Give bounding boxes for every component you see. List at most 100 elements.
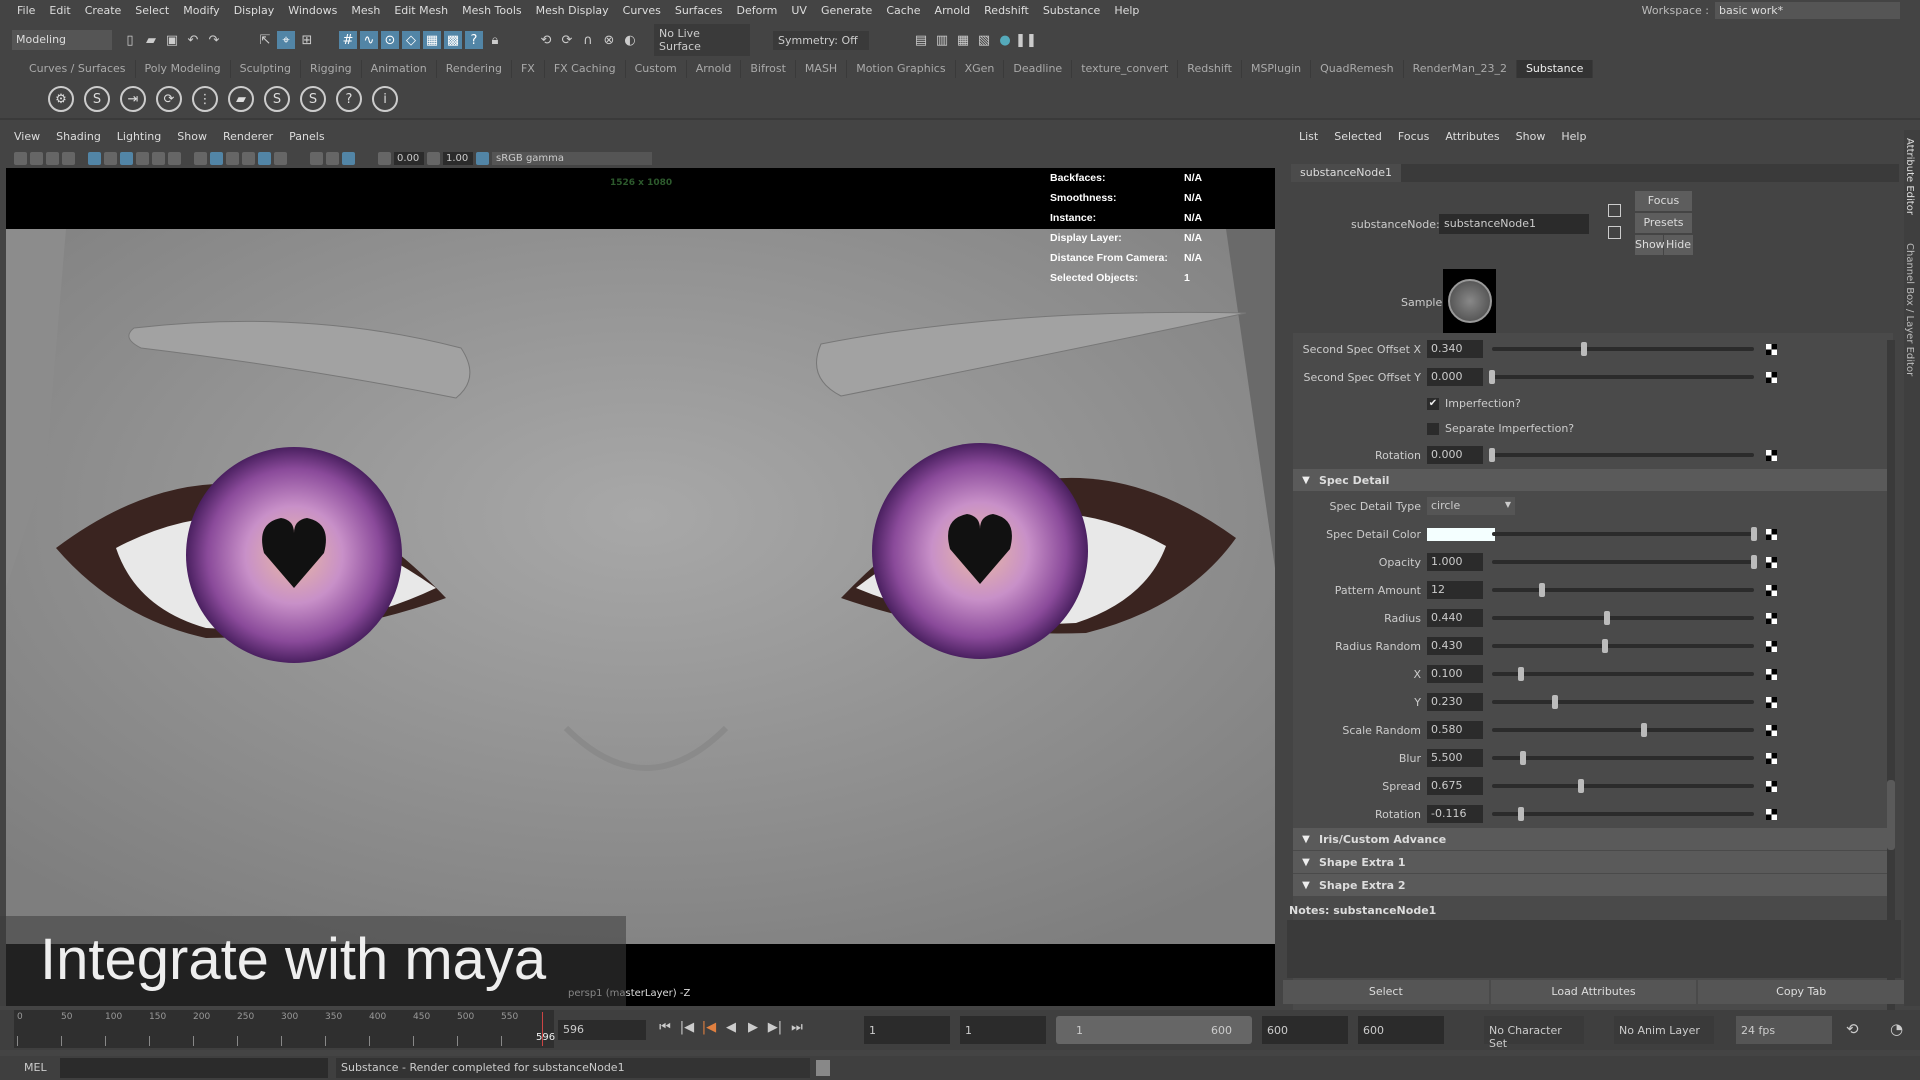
step-forward-frame-icon[interactable]: ▶| [764, 1020, 786, 1035]
ae-menu-focus[interactable]: Focus [1390, 130, 1437, 143]
snap-grid-icon[interactable]: # [339, 31, 357, 49]
slider-track[interactable] [1492, 527, 1757, 541]
pivot-icon[interactable]: ⊗ [600, 31, 618, 49]
section-shape-extra-2[interactable]: ▼ Shape Extra 2 [1293, 874, 1892, 896]
attr-value-field[interactable]: 0.440 [1427, 609, 1483, 627]
viewport-menu-renderer[interactable]: Renderer [215, 130, 281, 143]
snap-surface-icon[interactable]: ▦ [423, 31, 441, 49]
menu-deform[interactable]: Deform [729, 4, 784, 17]
slider-track[interactable] [1492, 807, 1754, 821]
menu-edit-mesh[interactable]: Edit Mesh [387, 4, 455, 17]
checkbox[interactable]: ✔ [1427, 397, 1439, 410]
slider-track[interactable] [1492, 611, 1754, 625]
render-view-icon[interactable]: ▤ [912, 31, 930, 49]
map-texture-icon[interactable] [1766, 669, 1777, 680]
map-texture-icon[interactable] [1766, 344, 1777, 355]
save-scene-icon[interactable]: ▣ [163, 31, 181, 49]
fps-dropdown[interactable]: 24 fps [1736, 1016, 1832, 1044]
section-iris-custom-advance[interactable]: ▼ Iris/Custom Advance [1293, 828, 1892, 850]
attr-value-field[interactable]: 0.100 [1427, 665, 1483, 683]
history-icon[interactable]: ⟲ [537, 31, 555, 49]
shelf-tab-xgen[interactable]: XGen [956, 60, 1005, 78]
step-back-key-icon[interactable]: |◀ [676, 1020, 698, 1035]
ae-menu-selected[interactable]: Selected [1326, 130, 1390, 143]
shelf-tab-mash[interactable]: MASH [796, 60, 848, 78]
color-space-dropdown[interactable]: sRGB gamma [492, 151, 652, 165]
viewport-menu-view[interactable]: View [6, 130, 48, 143]
shelf-tab-custom[interactable]: Custom [626, 60, 687, 78]
render-settings-icon[interactable]: ▧ [975, 31, 993, 49]
camera-attr-icon[interactable] [30, 151, 43, 165]
slider-track[interactable] [1492, 667, 1754, 681]
shelf-tab-redshift[interactable]: Redshift [1178, 60, 1242, 78]
folder-icon[interactable]: ▰ [228, 86, 254, 112]
isolate-icon[interactable] [310, 151, 323, 165]
load-attributes-button[interactable]: Load Attributes [1490, 980, 1697, 1004]
substance-icon[interactable]: S [84, 86, 110, 112]
menu-redshift[interactable]: Redshift [977, 4, 1036, 17]
collapse-triangle-icon[interactable]: ▼ [1293, 857, 1319, 868]
command-input[interactable] [60, 1058, 328, 1078]
map-texture-icon[interactable] [1766, 613, 1777, 624]
slider-track[interactable] [1492, 555, 1757, 569]
snap-help-icon[interactable]: ? [465, 31, 483, 49]
spec-detail-type-dropdown[interactable]: circle [1427, 497, 1515, 515]
shelf-tab-bifrost[interactable]: Bifrost [741, 60, 796, 78]
slider-track[interactable] [1492, 723, 1754, 737]
shelf-tab-deadline[interactable]: Deadline [1004, 60, 1073, 78]
graph-icon[interactable]: ⋮ [192, 86, 218, 112]
refresh-icon[interactable]: ⟳ [156, 86, 182, 112]
step-back-frame-icon[interactable]: |◀ [698, 1020, 720, 1035]
exposure-field[interactable]: 0.00 [394, 151, 424, 165]
workspace-dropdown[interactable]: basic work* [1715, 2, 1900, 19]
image-plane-icon[interactable] [62, 151, 75, 165]
info-icon[interactable]: i [372, 86, 398, 112]
node-tab[interactable]: substanceNode1 [1291, 164, 1401, 182]
slider-track[interactable] [1492, 639, 1754, 653]
render-icon[interactable]: ▥ [933, 31, 951, 49]
menu-arnold[interactable]: Arnold [928, 4, 978, 17]
menu-substance[interactable]: Substance [1036, 4, 1108, 17]
ae-menu-show[interactable]: Show [1508, 130, 1554, 143]
presets-button[interactable]: Presets [1635, 213, 1692, 233]
character-set-dropdown[interactable]: No Character Set [1484, 1016, 1584, 1050]
attr-value-field[interactable]: 12 [1427, 581, 1483, 599]
slider-handle[interactable] [1517, 667, 1524, 681]
checkbox[interactable] [1427, 422, 1439, 435]
menu-select[interactable]: Select [128, 4, 176, 17]
ae-menu-attributes[interactable]: Attributes [1437, 130, 1507, 143]
menu-windows[interactable]: Windows [281, 4, 344, 17]
shelf-tab-substance[interactable]: Substance [1516, 60, 1594, 78]
map-texture-icon[interactable] [1766, 781, 1777, 792]
animation-end-field[interactable]: 600 [1358, 1016, 1444, 1044]
channel-box-side-tab[interactable]: Channel Box / Layer Editor [1904, 235, 1915, 376]
map-texture-icon[interactable] [1766, 753, 1777, 764]
shelf-tab-rigging[interactable]: Rigging [301, 60, 362, 78]
smooth-shade-icon[interactable] [210, 151, 223, 165]
slider-handle[interactable] [1751, 527, 1757, 541]
slider-track[interactable] [1492, 583, 1754, 597]
collapse-triangle-icon[interactable]: ▼ [1293, 880, 1319, 891]
go-to-end-icon[interactable]: ⏭ [786, 1020, 808, 1035]
xray-joints-icon[interactable] [342, 151, 355, 165]
new-scene-icon[interactable]: ▯ [121, 31, 139, 49]
timeline-track[interactable]: 596 0 50 100 150 200 250 300 350 400 450 500 550 [14, 1010, 555, 1048]
slider-track[interactable] [1492, 779, 1754, 793]
ao-icon[interactable] [274, 151, 287, 165]
go-to-start-icon[interactable]: ⏮ [654, 1020, 676, 1035]
grid-icon[interactable] [88, 151, 101, 165]
slider-handle[interactable] [1538, 583, 1545, 597]
menu-modify[interactable]: Modify [176, 4, 226, 17]
viewport-menu-shading[interactable]: Shading [48, 130, 109, 143]
notes-textarea[interactable] [1287, 920, 1901, 978]
viewport-3d[interactable]: 1526 x 1080 persp1 (masterLayer) -Z [6, 168, 1275, 1006]
attr-value-field[interactable]: 0.340 [1427, 340, 1483, 358]
undo-icon[interactable]: ↶ [184, 31, 202, 49]
attr-value-field[interactable]: 5.500 [1427, 749, 1483, 767]
current-frame-field[interactable]: 596 [558, 1020, 646, 1040]
playback-start-field[interactable]: 1 [960, 1016, 1046, 1044]
attr-value-field[interactable]: 0.230 [1427, 693, 1483, 711]
snap-point-icon[interactable]: ⊙ [381, 31, 399, 49]
viewport-menu-lighting[interactable]: Lighting [109, 130, 169, 143]
attr-value-field[interactable]: 1.000 [1427, 553, 1483, 571]
